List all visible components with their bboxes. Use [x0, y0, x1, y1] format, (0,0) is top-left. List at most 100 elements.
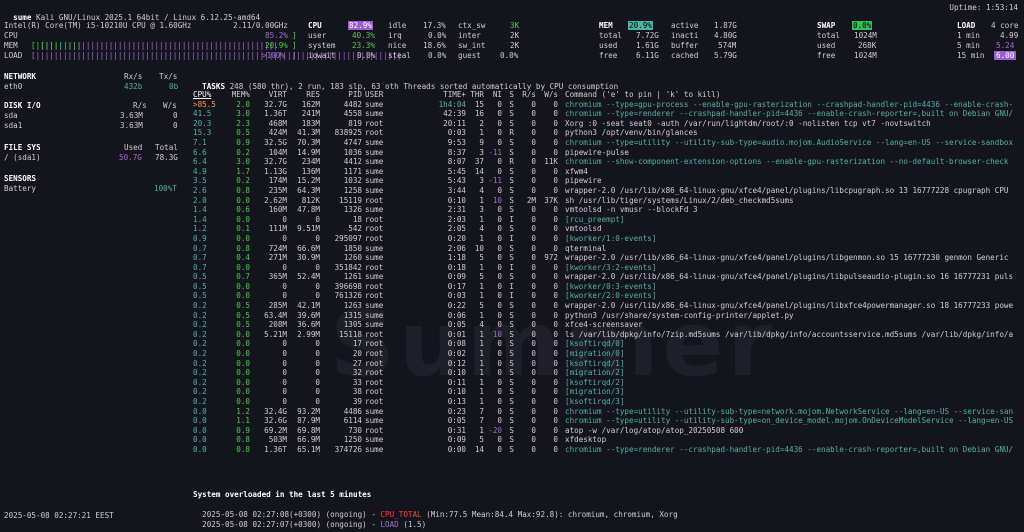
process-row[interactable]: 2.0 0.0 2.62M 812K 15119 root 0:10 1 10 S 2M 37K sh …	[193, 196, 1024, 206]
process-res: 0	[315, 387, 320, 397]
process-row[interactable]: 0.7 0.8 724M 66.6M 1850 sume 2:06 10 0 S 0 0 qtermin…	[193, 244, 1024, 254]
col-header-ni[interactable]: NI	[484, 90, 502, 100]
process-row[interactable]: 41.5 3.0 1.36T 241M 4558 sume 42:39 16 0 S 0 0 chrom…	[193, 109, 1024, 119]
process-mem: 0.9	[236, 137, 250, 147]
process-command: vmtoolsd	[565, 224, 602, 234]
process-res: 70.3M	[297, 137, 320, 147]
process-row[interactable]: 0.5 0.0 0 0 396698 root 0:17 1 0 I 0 0 [kworker/0:3-…	[193, 282, 1024, 292]
process-thr: 1	[479, 377, 484, 387]
col-header-virt[interactable]: VIRT	[255, 90, 287, 100]
process-row[interactable]: 3.5 0.2 174M 15.2M 1032 sume 5:43 3 -11 S 0 0 pipewi…	[193, 176, 1024, 186]
process-virt: 0	[282, 349, 287, 359]
process-mem: 0.0	[236, 387, 250, 397]
process-row[interactable]: 0.0 0.9 69.2M 69.8M 730 root 0:31 1 -20 S 0 0 atop -…	[193, 426, 1024, 436]
process-write: 0	[553, 118, 558, 128]
process-virt: 32.7G	[264, 157, 287, 167]
mem-label: MEM	[599, 21, 613, 30]
process-user: root	[365, 262, 384, 272]
col-header-user[interactable]: USER	[362, 90, 408, 100]
col-header-thr[interactable]: THR	[466, 90, 484, 100]
process-row[interactable]: 0.2 0.5 63.4M 39.6M 1315 sume 0:06 1 0 S 0 0 python3…	[193, 311, 1024, 321]
process-row[interactable]: 0.2 0.0 0 0 33 root 0:11 1 0 S 0 0 [ksoftirqd/2]	[193, 378, 1024, 388]
process-time: 2:05	[447, 224, 466, 234]
process-pid: 1171	[343, 166, 362, 176]
process-virt: 5.21M	[264, 329, 287, 339]
process-cpu: 0.5	[193, 272, 207, 282]
process-row[interactable]: 7.1 0.9 32.5G 70.3M 4747 sume 9:53 9 0 S 0 0 chromiu…	[193, 138, 1024, 148]
cpu-iowait-label: iowait	[308, 51, 336, 60]
process-time: 0:05	[447, 416, 466, 426]
process-command: xfdesktop	[565, 435, 607, 445]
cpu-iowait-value: 0.0%	[357, 51, 376, 60]
col-header-status[interactable]: S	[502, 90, 514, 100]
process-row[interactable]: 0.0 1.2 32.4G 93.2M 4486 sume 0:23 7 0 S 0 0 chromiu…	[193, 407, 1024, 417]
process-row[interactable]: 0.2 0.0 0 0 20 root 0:02 1 0 S 0 0 [migration/0]	[193, 349, 1024, 359]
process-write: 0	[553, 320, 558, 330]
process-row[interactable]: 1.4 0.6 160M 47.8M 1326 sume 2:31 3 0 S 0 0 vmtoolsd…	[193, 205, 1024, 215]
process-row[interactable]: 0.9 0.0 0 0 295097 root 0:20 1 0 I 0 0 [kworker/1:0-…	[193, 234, 1024, 244]
process-row[interactable]: 0.2 0.0 0 0 38 root 0:10 1 0 S 0 0 [migration/3]	[193, 387, 1024, 397]
process-ni: 0	[497, 358, 502, 368]
process-cpu: 3.5	[193, 176, 207, 186]
col-header-mem[interactable]: MEM%	[222, 90, 250, 100]
process-row[interactable]: 1.4 0.0 0 0 18 root 2:03 1 0 I 0 0 [rcu_preempt]	[193, 215, 1024, 225]
process-row[interactable]: 0.2 0.5 285M 42.1M 1263 sume 0:22 5 0 S 0 0 wrapper-…	[193, 301, 1024, 311]
process-row[interactable]: 0.2 0.0 0 0 17 root 0:08 1 0 S 0 0 [ksoftirqd/0]	[193, 339, 1024, 349]
process-mem: 1.2	[236, 406, 250, 416]
swap-total-value: 1024M	[854, 31, 877, 40]
process-command: [migration/3]	[565, 387, 625, 397]
process-row[interactable]: 0.0 0.8 1.36T 65.1M 374726 sume 0:00 14 0 S 0 0 chro…	[193, 445, 1024, 455]
process-status: S	[509, 377, 514, 387]
process-row[interactable]: 0.5 0.0 0 0 761326 root 0:03 1 0 I 0 0 [kworker/2:0-…	[193, 291, 1024, 301]
col-header-pid[interactable]: PID	[320, 90, 362, 100]
process-thr: 10	[474, 243, 484, 253]
process-row[interactable]: 15.3 0.5 424M 41.3M 838925 root 0:03 1 0 R 0 0 pytho…	[193, 128, 1024, 138]
process-row[interactable]: 0.2 0.0 0 0 39 root 0:13 1 0 S 0 0 [ksoftirqd/3]	[193, 397, 1024, 407]
process-ni: 0	[497, 406, 502, 416]
diskio-w-header: W/s	[163, 101, 177, 110]
process-res: 65.1M	[297, 444, 320, 454]
process-row[interactable]: 0.5 0.7 365M 52.4M 1261 sume 0:09 5 0 S 0 0 wrapper-…	[193, 272, 1024, 282]
process-thr: 1	[479, 397, 484, 406]
process-table-body: >85.5 2.0 32.7G 162M 4482 sume 1h4:04 15 0 S 0 0 chr…	[193, 100, 1024, 455]
process-time: 0:01	[447, 329, 466, 339]
process-pid: 1258	[343, 185, 362, 195]
col-header-read[interactable]: R/s	[514, 90, 536, 100]
process-row[interactable]: 0.2 0.0 0 0 27 root 0:12 1 0 S 0 0 [ksoftirqd/1]	[193, 359, 1024, 369]
col-header-time[interactable]: TIME+	[408, 90, 466, 100]
process-ni: 0	[497, 444, 502, 454]
process-time: 8:07	[447, 157, 466, 167]
process-row[interactable]: 0.0 0.8 503M 66.9M 1250 sume 0:09 5 0 S 0 0 xfdeskto…	[193, 435, 1024, 445]
col-header-cpu[interactable]: CPU%	[193, 90, 222, 100]
process-row[interactable]: 20.3 2.3 468M 183M 819 root 20:11 2 0 S 0 0 Xorg :0 …	[193, 119, 1024, 129]
process-cpu: 0.2	[193, 377, 207, 387]
process-pid: 17	[352, 339, 362, 349]
process-row[interactable]: 2.6 0.8 235M 64.3M 1258 sume 3:44 4 0 S 0 0 wrapper-…	[193, 186, 1024, 196]
process-command: ls /var/lib/dpkg/info/7zip.md5sums /var/…	[565, 329, 1014, 339]
process-time: 2:31	[447, 205, 466, 215]
process-read: 0	[531, 99, 536, 109]
process-command: chromium --show-component-extension-opti…	[565, 157, 1009, 167]
col-header-res[interactable]: RES	[287, 90, 320, 100]
process-row[interactable]: 6.6 0.2 104M 14.9M 1036 sume 8:37 3 -11 S 0 0 pipewi…	[193, 148, 1024, 158]
process-row[interactable]: 4.9 1.7 1.13G 136M 1171 sume 5:45 14 0 S 0 0 xfwm4	[193, 167, 1024, 177]
process-row[interactable]: 0.7 0.4 271M 30.9M 1260 sume 1:18 5 0 S 0 972 wrappe…	[193, 253, 1024, 263]
process-write: 0	[553, 406, 558, 416]
process-status: S	[509, 416, 514, 426]
process-command: [ksoftirqd/0]	[565, 339, 625, 349]
process-cpu: 0.2	[193, 310, 207, 320]
sensor-battery-name: Battery	[4, 184, 37, 193]
process-status: S	[509, 109, 514, 119]
process-row[interactable]: 0.2 0.5 208M 36.6M 1305 sume 0:05 4 0 S 0 0 xfce4-sc…	[193, 320, 1024, 330]
process-row[interactable]: 6.4 3.0 32.7G 234M 4412 sume 8:07 37 0 R 0 11K chrom…	[193, 157, 1024, 167]
process-row[interactable]: 0.2 0.0 0 0 32 root 0:10 1 0 S 0 0 [migration/2]	[193, 368, 1024, 378]
process-row[interactable]: 0.0 1.1 32.6G 87.9M 6114 sume 0:05 7 0 S 0 0 chromiu…	[193, 416, 1024, 426]
col-header-write[interactable]: W/s	[536, 90, 558, 100]
process-write: 0	[553, 358, 558, 368]
process-row[interactable]: >85.5 2.0 32.7G 162M 4482 sume 1h4:04 15 0 S 0 0 chr…	[193, 100, 1024, 110]
process-pid: 1263	[343, 301, 362, 311]
process-time: 0:02	[447, 349, 466, 359]
process-row[interactable]: 1.2 0.1 111M 9.51M 542 root 2:05 4 0 S 0 0 vmtoolsd	[193, 224, 1024, 234]
process-row[interactable]: 0.7 0.0 0 0 351842 root 0:18 1 0 I 0 0 [kworker/3:2-…	[193, 263, 1024, 273]
process-row[interactable]: 0.2 0.0 5.21M 2.99M 15118 root 0:01 1 10 S 0 0 ls /v…	[193, 330, 1024, 340]
